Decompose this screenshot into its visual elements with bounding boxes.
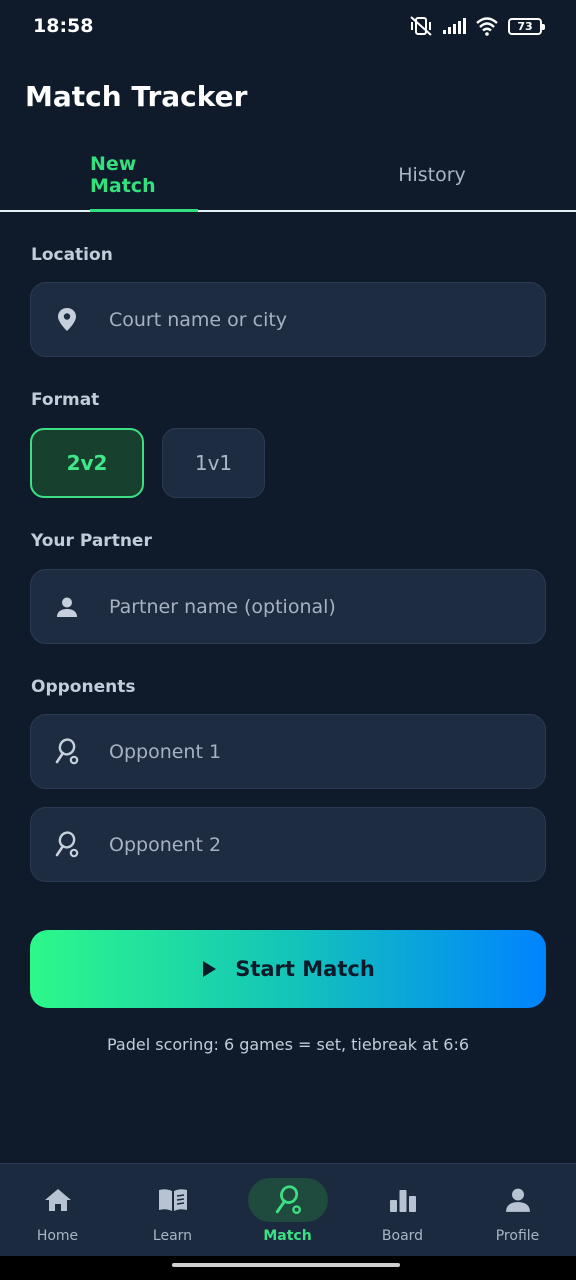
location-input[interactable]: Court name or city (30, 282, 546, 357)
format-label: Format (31, 390, 100, 410)
nav-learn-label: Learn (152, 1228, 193, 1244)
nav-match-label: Match (263, 1228, 312, 1244)
opponent-2-placeholder: Opponent 2 (109, 833, 222, 856)
partner-input[interactable]: Partner name (optional) (30, 569, 546, 644)
person-icon (53, 593, 81, 621)
start-match-button[interactable]: Start Match (30, 930, 546, 1008)
bottom-nav: Home Learn Match Board Profile (0, 1163, 576, 1256)
play-icon (203, 961, 217, 977)
opponent-1-placeholder: Opponent 1 (109, 740, 222, 763)
nav-home[interactable]: Home (0, 1164, 115, 1257)
signal-icon (443, 18, 466, 34)
format-1v1-button[interactable]: 1v1 (162, 428, 265, 498)
nav-profile-label: Profile (495, 1228, 540, 1244)
opponent-2-input[interactable]: Opponent 2 (30, 807, 546, 882)
location-pin-icon (53, 306, 81, 334)
nav-match[interactable]: Match (230, 1164, 345, 1257)
format-2v2-button[interactable]: 2v2 (30, 428, 144, 498)
tab-history[interactable]: History (384, 140, 480, 210)
partner-placeholder: Partner name (optional) (109, 595, 336, 618)
location-placeholder: Court name or city (109, 308, 288, 331)
home-indicator-handle[interactable] (172, 1263, 400, 1267)
nav-home-label: Home (36, 1228, 79, 1244)
nav-board[interactable]: Board (345, 1164, 460, 1257)
tab-bar: New Match History (0, 140, 576, 212)
nav-profile[interactable]: Profile (460, 1164, 575, 1257)
vibrate-off-icon (410, 16, 432, 36)
nav-learn[interactable]: Learn (115, 1164, 230, 1257)
scoring-hint: Padel scoring: 6 games = set, tiebreak a… (106, 1035, 470, 1054)
home-icon (18, 1178, 98, 1222)
battery-indicator: 73 (508, 17, 545, 35)
gesture-bar (0, 1256, 576, 1280)
status-bar: 18:58 73 (0, 0, 576, 52)
racket-icon (53, 737, 81, 766)
location-label: Location (31, 245, 113, 265)
battery-level: 73 (517, 19, 533, 33)
status-icons: 73 (409, 15, 545, 37)
status-time: 18:58 (33, 15, 94, 37)
opponents-label: Opponents (31, 677, 136, 697)
bar-chart-icon (363, 1178, 443, 1222)
tab-new-match[interactable]: New Match (90, 140, 198, 212)
opponent-1-input[interactable]: Opponent 1 (30, 714, 546, 789)
start-match-label: Start Match (235, 957, 375, 981)
book-icon (133, 1178, 213, 1222)
person-icon (478, 1178, 558, 1222)
partner-label: Your Partner (31, 531, 152, 551)
racket-icon (247, 1178, 328, 1222)
page-title: Match Tracker (25, 80, 248, 113)
wifi-icon (476, 17, 498, 36)
racket-icon (53, 830, 81, 859)
nav-board-label: Board (381, 1228, 424, 1244)
